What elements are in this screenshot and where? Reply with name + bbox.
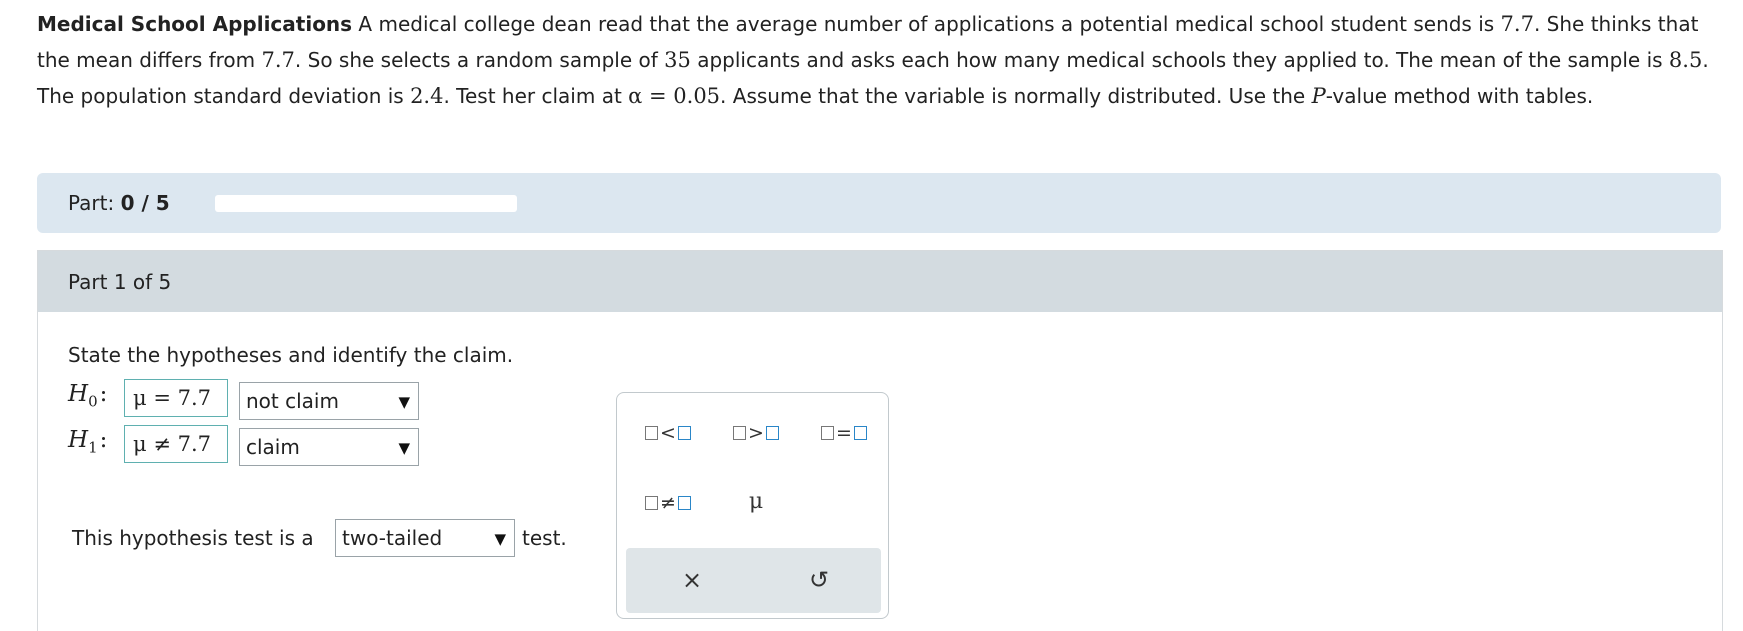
claimed-mean: 7.7	[1500, 12, 1534, 36]
problem-text: applicants and asks each how many medica…	[690, 48, 1669, 72]
null-hypothesis-label: H0:	[68, 381, 120, 411]
progress-value: 0 / 5	[120, 191, 170, 215]
p-symbol: P	[1311, 84, 1326, 108]
not-equal-button[interactable]: ≠	[633, 483, 703, 523]
test-type-value: two-tailed	[342, 526, 443, 550]
op-symbol: ≠	[660, 492, 676, 514]
greater-than-button[interactable]: >	[721, 413, 791, 453]
null-claim-select[interactable]: not claim ▼	[239, 382, 419, 420]
caret-down-icon: ▼	[398, 393, 410, 411]
part-header: Part 1 of 5	[38, 251, 1722, 312]
progress-bar: Part: 0 / 5	[37, 173, 1721, 233]
progress-track	[215, 195, 517, 212]
claimed-mean: 7.7	[261, 48, 295, 72]
part-prompt: State the hypotheses and identify the cl…	[68, 343, 514, 367]
h-subscript: 1	[88, 438, 98, 457]
problem-text: . Test her claim at	[443, 84, 629, 108]
alt-claim-value: claim	[246, 435, 300, 459]
h-letter: H	[68, 381, 89, 407]
h-colon: :	[99, 427, 108, 453]
alpha-level: α = 0.05	[628, 84, 721, 108]
population-sd: 2.4	[410, 84, 444, 108]
op-symbol: <	[660, 422, 676, 444]
close-icon[interactable]: ×	[662, 560, 722, 600]
test-type-prefix: This hypothesis test is a	[72, 526, 314, 550]
math-palette: < > = ≠ μ × ↺	[616, 392, 889, 619]
null-claim-value: not claim	[246, 389, 339, 413]
sample-size: 35	[664, 48, 691, 72]
test-type-suffix: test.	[522, 526, 567, 550]
mu-button[interactable]: μ	[721, 481, 791, 521]
progress-label: Part: 0 / 5	[68, 191, 170, 215]
problem-text: . So she selects a random sample of	[294, 48, 665, 72]
op-symbol: >	[748, 422, 764, 444]
h-letter: H	[68, 427, 89, 453]
problem-statement: Medical School Applications A medical co…	[37, 6, 1717, 114]
alt-hypothesis-input[interactable]: μ ≠ 7.7	[124, 425, 228, 463]
alt-claim-select[interactable]: claim ▼	[239, 428, 419, 466]
caret-down-icon: ▼	[494, 530, 506, 548]
equals-button[interactable]: =	[809, 413, 879, 453]
null-hypothesis-input[interactable]: μ = 7.7	[124, 379, 228, 417]
palette-footer: × ↺	[626, 548, 881, 613]
op-symbol: =	[836, 422, 852, 444]
problem-text: -value method with tables.	[1325, 84, 1594, 108]
problem-text: A medical college dean read that the ave…	[352, 12, 1501, 36]
h-subscript: 0	[88, 392, 98, 411]
problem-title: Medical School Applications	[37, 12, 353, 36]
problem-text: . Assume that the variable is normally d…	[720, 84, 1312, 108]
test-type-select[interactable]: two-tailed ▼	[335, 519, 515, 557]
less-than-button[interactable]: <	[633, 413, 703, 453]
progress-label-text: Part:	[68, 191, 115, 215]
sample-mean: 8.5	[1668, 48, 1703, 72]
caret-down-icon: ▼	[398, 439, 410, 457]
part-title: Part 1 of 5	[68, 270, 172, 294]
alt-hypothesis-label: H1:	[68, 427, 120, 457]
h-colon: :	[99, 381, 108, 407]
undo-icon[interactable]: ↺	[789, 560, 849, 600]
